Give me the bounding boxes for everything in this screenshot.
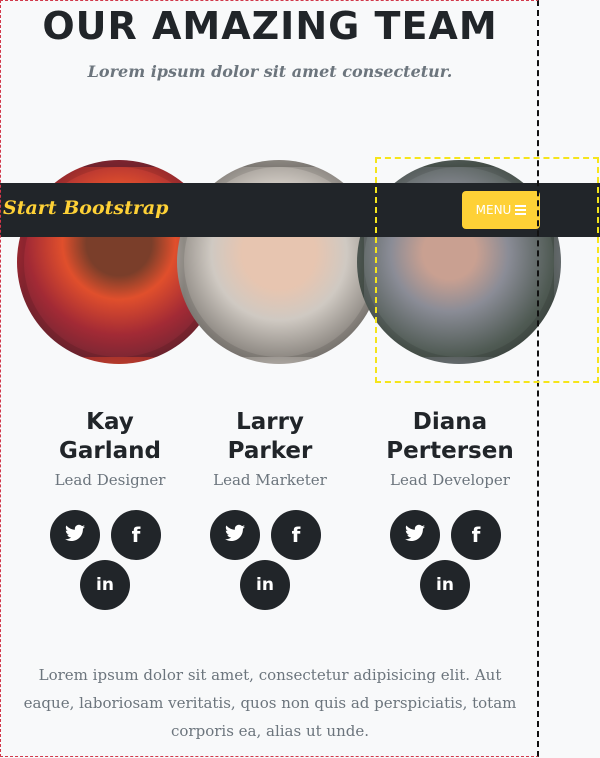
name-line-1: Diana — [412, 409, 488, 435]
team-member-role: Lead Developer — [390, 471, 510, 489]
viewport-outline — [0, 0, 539, 757]
name-line-1: Kay — [86, 409, 134, 435]
section-subtitle: Lorem ipsum dolor sit amet consectetur. — [87, 62, 453, 81]
twitter-button[interactable] — [50, 510, 100, 560]
name-line-2: Garland — [59, 438, 161, 464]
team-member-name: Diana Pertersen — [360, 408, 540, 466]
team-description: Lorem ipsum dolor sit amet, consectetur … — [23, 666, 517, 740]
team-member-role: Lead Marketer — [213, 471, 327, 489]
name-line-2: Parker — [227, 438, 313, 464]
navbar-brand[interactable]: Start Bootstrap — [3, 197, 168, 219]
menu-button[interactable]: MENU — [462, 191, 540, 229]
twitter-icon — [225, 523, 245, 547]
section-title: OUR AMAZING TEAM — [42, 4, 498, 48]
linkedin-button[interactable]: in — [240, 560, 290, 610]
team-member-name: Kay Garland — [20, 408, 200, 466]
facebook-button[interactable]: f — [451, 510, 501, 560]
twitter-icon — [405, 523, 425, 547]
linkedin-icon: in — [436, 575, 454, 595]
name-line-2: Pertersen — [386, 438, 514, 464]
team-member-name: Larry Parker — [180, 408, 360, 466]
facebook-icon: f — [131, 523, 141, 547]
facebook-button[interactable]: f — [111, 510, 161, 560]
team-member-role: Lead Designer — [54, 471, 166, 489]
hamburger-icon — [515, 203, 527, 217]
facebook-icon: f — [471, 523, 481, 547]
facebook-button[interactable]: f — [271, 510, 321, 560]
navbar: Start Bootstrap MENU — [0, 183, 600, 237]
linkedin-icon: in — [96, 575, 114, 595]
name-line-1: Larry — [236, 409, 304, 435]
linkedin-button[interactable]: in — [420, 560, 470, 610]
twitter-button[interactable] — [390, 510, 440, 560]
menu-button-label: MENU — [475, 203, 512, 217]
linkedin-button[interactable]: in — [80, 560, 130, 610]
twitter-button[interactable] — [210, 510, 260, 560]
linkedin-icon: in — [256, 575, 274, 595]
twitter-icon — [65, 523, 85, 547]
facebook-icon: f — [291, 523, 301, 547]
